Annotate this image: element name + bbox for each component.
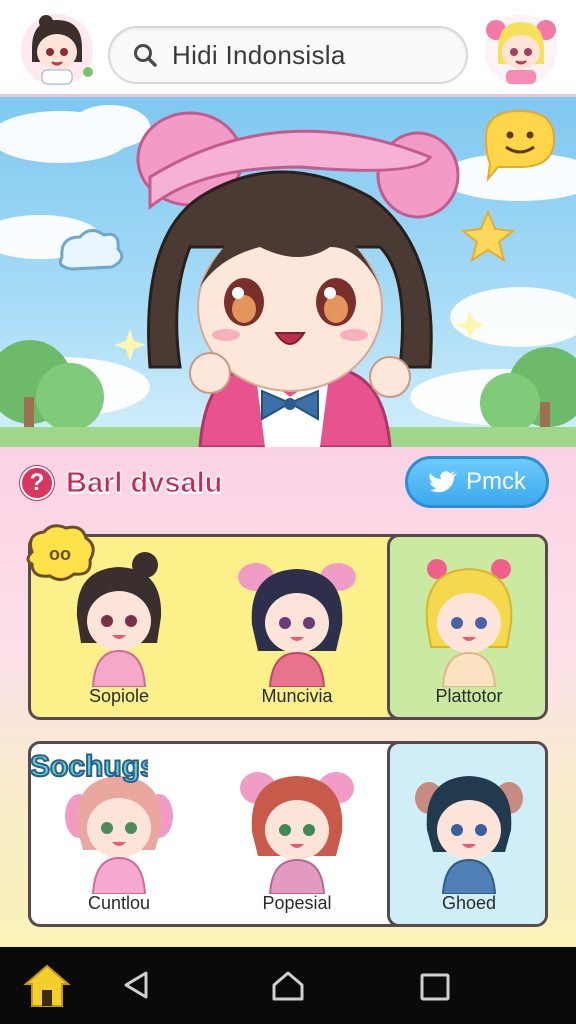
card-label: Muncivia xyxy=(261,686,333,706)
character-portrait xyxy=(238,563,356,687)
search-input[interactable]: Hidi Indonsisla xyxy=(172,40,346,71)
card-label: Plattotor xyxy=(435,686,503,706)
character-portrait xyxy=(425,559,513,687)
hero-character-illustration xyxy=(0,105,576,447)
card-label: Sopiole xyxy=(88,686,150,706)
star-icon xyxy=(460,209,516,263)
svg-text:Sochugs: Sochugs xyxy=(30,750,148,783)
bird-icon xyxy=(429,471,457,493)
share-button[interactable]: Pmck xyxy=(405,456,549,508)
character-portrait xyxy=(240,772,354,894)
system-nav-bar xyxy=(0,947,576,1024)
character-card[interactable]: Muncivia xyxy=(207,537,387,717)
home-icon[interactable] xyxy=(270,969,306,1008)
card-label: Ghoed xyxy=(441,893,497,913)
search-bar[interactable]: Hidi Indonsisla xyxy=(108,26,468,84)
card-label: Popesial xyxy=(262,893,332,913)
profile-avatar-right[interactable] xyxy=(482,10,560,88)
character-card-selected[interactable]: Plattotor xyxy=(387,537,545,717)
card-label: Cuntlou xyxy=(87,893,151,913)
help-icon[interactable]: ? xyxy=(20,466,54,500)
character-card-selected[interactable]: Ghoed xyxy=(387,744,545,924)
character-portrait xyxy=(415,776,523,894)
back-icon[interactable] xyxy=(120,969,152,1006)
section-header: ? Barl dvsalu xyxy=(20,466,223,500)
character-row-1: Sopiole Muncivia Plattotor xyxy=(28,534,548,720)
character-card[interactable]: Popesial xyxy=(207,744,387,924)
top-bar: Hidi Indonsisla xyxy=(0,0,576,97)
hero-banner[interactable] xyxy=(0,97,576,447)
profile-avatar-left[interactable] xyxy=(18,10,96,88)
share-button-label: Pmck xyxy=(466,468,526,495)
svg-text:oo: oo xyxy=(49,544,71,564)
section-title: Barl dvsalu xyxy=(65,466,223,499)
sticker-logo: Sochugs xyxy=(26,738,158,797)
home-app-icon[interactable] xyxy=(22,962,72,1010)
search-icon xyxy=(134,44,157,67)
recent-apps-icon[interactable] xyxy=(420,973,450,1006)
sticker-badge: oo xyxy=(22,522,98,589)
